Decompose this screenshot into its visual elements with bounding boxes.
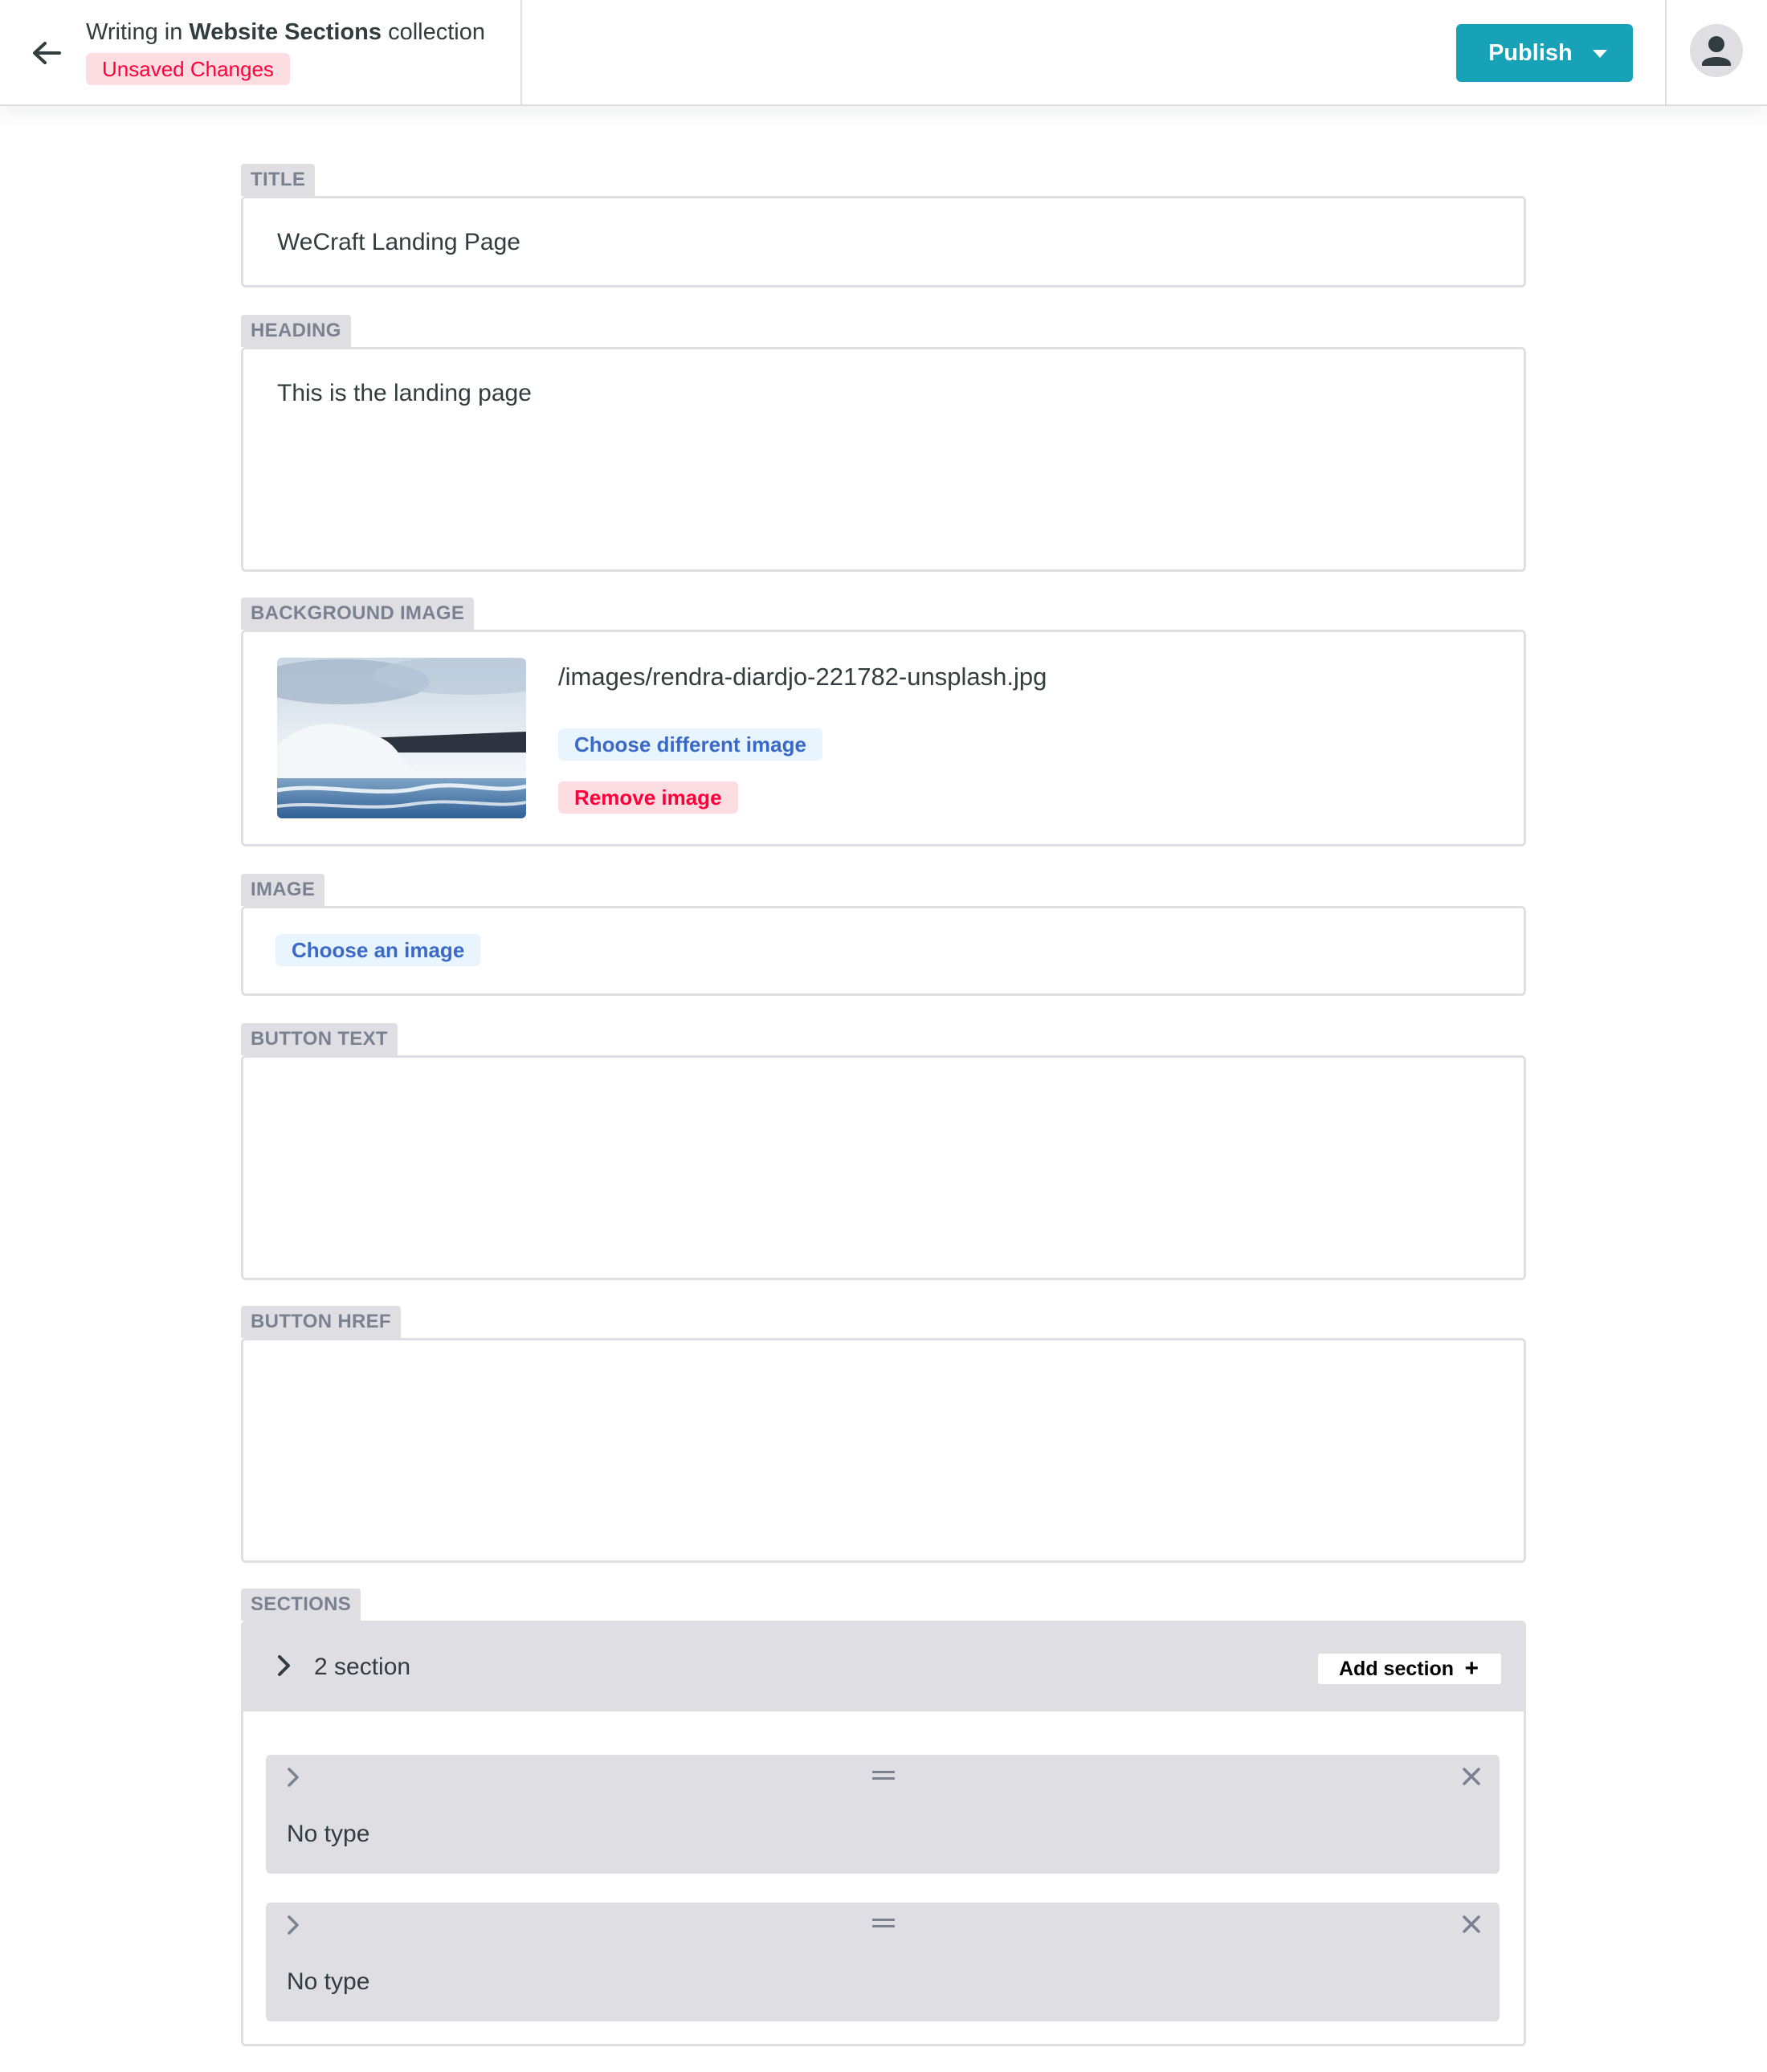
back-button[interactable]	[24, 32, 69, 74]
collection-name: Website Sections	[189, 19, 382, 45]
entry-title-block: Writing in Website Sections collection U…	[86, 18, 520, 85]
unsaved-changes-badge: Unsaved Changes	[86, 53, 290, 85]
close-icon[interactable]	[1461, 1914, 1482, 1939]
heading-value: This is the landing page	[277, 380, 532, 406]
remove-image-button[interactable]: Remove image	[558, 781, 738, 814]
choose-different-image-button[interactable]: Choose different image	[558, 728, 822, 761]
button-href-input[interactable]	[241, 1338, 1526, 1563]
caret-down-icon	[1593, 50, 1607, 58]
add-section-label: Add section	[1339, 1657, 1455, 1680]
add-section-button[interactable]: Add section +	[1318, 1654, 1501, 1684]
button-text-input[interactable]	[241, 1055, 1526, 1280]
title-label: TITLE	[241, 164, 316, 196]
section-item[interactable]: No type	[266, 1755, 1500, 1874]
top-bar: Writing in Website Sections collection U…	[0, 0, 1767, 106]
background-image-box: /images/rendra-diardjo-221782-unsplash.j…	[241, 630, 1526, 846]
sections-field: SECTIONS 2 section Add section + No type	[241, 1589, 1526, 2046]
sections-list: 2 section Add section + No type No type	[241, 1621, 1526, 2046]
header-divider	[520, 0, 522, 106]
image-label: IMAGE	[241, 874, 325, 906]
button-text-field: BUTTON TEXT	[241, 1023, 1526, 1280]
avatar[interactable]	[1690, 24, 1743, 77]
section-type-label: No type	[287, 1821, 370, 1847]
background-image-path: /images/rendra-diardjo-221782-unsplash.j…	[558, 663, 1047, 691]
sections-count: 2 section	[314, 1654, 411, 1680]
title-value: WeCraft Landing Page	[277, 229, 520, 255]
heading-field: HEADING This is the landing page	[241, 315, 1526, 572]
title-input[interactable]: WeCraft Landing Page	[241, 196, 1526, 288]
drag-handle-icon[interactable]	[872, 1771, 895, 1784]
publish-label: Publish	[1488, 39, 1573, 66]
publish-button[interactable]: Publish	[1456, 24, 1633, 82]
button-href-label: BUTTON HREF	[241, 1306, 401, 1338]
background-image-field: BACKGROUND IMAGE /images/rendra-diardjo-…	[241, 598, 1526, 846]
choose-image-button[interactable]: Choose an image	[275, 934, 481, 966]
writing-prefix: Writing in	[86, 19, 183, 45]
chevron-right-icon[interactable]	[285, 1766, 301, 1793]
section-item[interactable]: No type	[266, 1903, 1500, 2021]
button-text-label: BUTTON TEXT	[241, 1023, 398, 1055]
drag-handle-icon[interactable]	[872, 1919, 895, 1931]
heading-input[interactable]: This is the landing page	[241, 347, 1526, 572]
title-field: TITLE WeCraft Landing Page	[241, 164, 1526, 288]
sections-header: 2 section Add section +	[243, 1623, 1524, 1711]
close-icon[interactable]	[1461, 1766, 1482, 1791]
image-box: Choose an image	[241, 906, 1526, 996]
plus-icon: +	[1464, 1655, 1479, 1682]
section-type-label: No type	[287, 1968, 370, 1995]
button-href-field: BUTTON HREF	[241, 1306, 1526, 1563]
chevron-right-icon[interactable]	[285, 1914, 301, 1940]
user-icon	[1702, 36, 1731, 66]
arrow-left-icon	[33, 42, 61, 64]
background-image-label: BACKGROUND IMAGE	[241, 598, 475, 630]
sections-label: SECTIONS	[241, 1589, 361, 1621]
image-field: IMAGE Choose an image	[241, 874, 1526, 996]
writing-suffix: collection	[388, 19, 485, 45]
background-image-thumbnail	[277, 658, 526, 818]
collection-heading: Writing in Website Sections collection	[86, 18, 520, 47]
heading-label: HEADING	[241, 315, 351, 347]
chevron-right-icon[interactable]	[275, 1654, 293, 1682]
header-divider-right	[1665, 0, 1667, 106]
